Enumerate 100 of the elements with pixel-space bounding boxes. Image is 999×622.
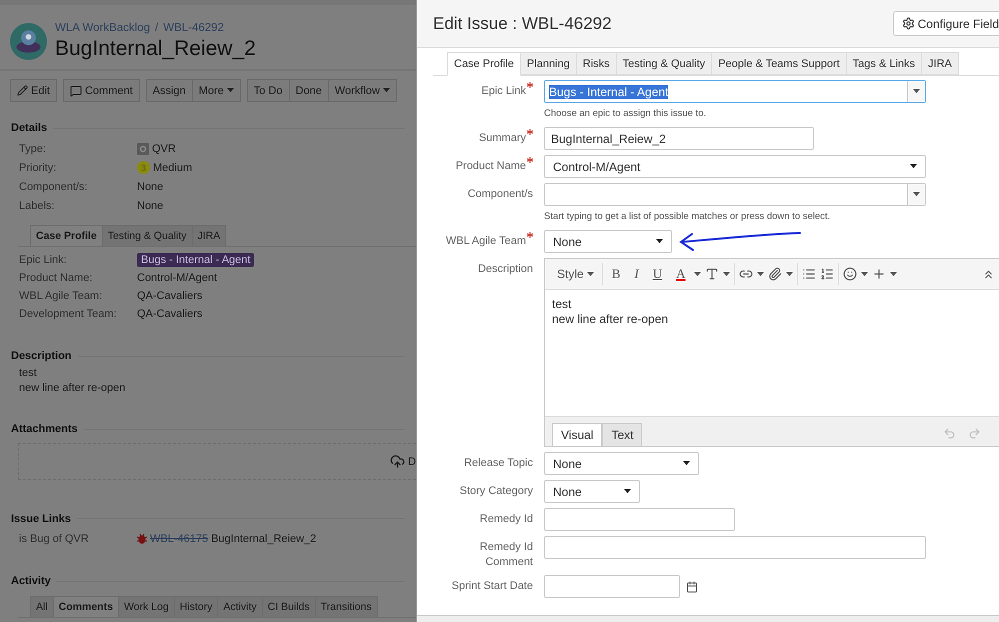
numbered-list-icon[interactable] — [820, 267, 834, 281]
issue-key-link[interactable]: WBL-46175 — [150, 532, 208, 545]
field-value: None — [137, 200, 164, 212]
field-label: Product Name: — [19, 272, 94, 284]
upload-icon — [390, 454, 406, 470]
toolbar-button[interactable]: Workflow — [328, 79, 397, 102]
tab[interactable]: Testing & Quality — [102, 225, 192, 246]
pencil-icon — [17, 85, 28, 96]
field-label: Component/s: — [19, 180, 88, 192]
text-line: test — [552, 297, 572, 312]
tab[interactable]: Tags & Links — [846, 52, 922, 75]
section-heading: Activity — [11, 575, 51, 587]
configure-fields-button[interactable]: Configure Field — [892, 11, 999, 36]
toolbar-button[interactable]: Done — [288, 79, 329, 102]
breadcrumb-link[interactable]: WLA WorkBacklog — [55, 22, 150, 34]
breadcrumb-link[interactable]: WBL-46292 — [163, 22, 224, 34]
tab[interactable]: Risks — [576, 52, 617, 75]
field-label: Epic Link: — [19, 254, 68, 266]
toolbar-button[interactable]: More — [192, 79, 241, 102]
caret-icon — [226, 88, 234, 93]
text-field[interactable]: BugInternal_Reiew_2 — [544, 127, 814, 150]
select-field[interactable]: None — [544, 480, 640, 503]
select-field[interactable]: None — [544, 230, 672, 253]
select-field[interactable]: Control-M/Agent — [544, 155, 926, 178]
description-line: new line after re-open — [18, 381, 126, 396]
tab[interactable]: Activity — [217, 596, 263, 617]
select-field[interactable]: None — [544, 452, 699, 475]
underline-button[interactable]: U — [648, 263, 668, 285]
caret-icon — [786, 272, 794, 276]
tab[interactable]: All — [30, 596, 54, 617]
tab[interactable]: Case Profile — [447, 52, 521, 76]
issue-title: BugInternal_Reiew_2 — [55, 37, 256, 61]
text-field[interactable] — [544, 536, 926, 559]
field-value: None — [137, 180, 164, 192]
rich-text-editor[interactable]: Style B I U A test new line after re-open Visual Text — [544, 258, 999, 447]
field-label: Remedy Id — [480, 512, 533, 527]
toolbar-button[interactable]: To Do — [246, 79, 290, 102]
caret-icon — [913, 89, 920, 94]
tab[interactable]: Planning — [520, 52, 577, 75]
linked-issue-summary: BugInternal_Reiew_2 — [211, 532, 316, 545]
field-hint: Choose an epic to assign this issue to. — [544, 108, 708, 119]
tab[interactable]: Work Log — [118, 596, 175, 617]
field-value: QA-Cavaliers — [137, 290, 202, 302]
date-field[interactable] — [544, 575, 680, 598]
mode-tab[interactable]: Text — [602, 423, 642, 446]
caret-icon — [586, 272, 594, 276]
attachment-dropzone[interactable]: D — [18, 443, 416, 480]
text-field[interactable] — [544, 508, 735, 531]
combo-field[interactable]: Bugs - Internal - Agent — [544, 80, 926, 103]
mode-tab[interactable]: Visual — [552, 423, 602, 446]
dropdown-button[interactable] — [907, 184, 925, 205]
caret-icon — [382, 88, 390, 93]
caret-icon — [910, 164, 917, 169]
field-label: WBL Agile Team — [446, 234, 526, 249]
caret-icon — [683, 461, 690, 466]
section-heading: Issue Links — [11, 512, 71, 525]
tab[interactable]: Case Profile — [30, 225, 103, 246]
bug-icon — [137, 533, 147, 544]
tab[interactable]: JIRA — [192, 225, 226, 246]
bullet-list-icon[interactable] — [802, 267, 816, 281]
field-label: Labels: — [19, 200, 56, 212]
calendar-icon[interactable] — [686, 580, 698, 592]
tab[interactable]: JIRA — [921, 52, 959, 75]
project-avatar-icon — [10, 23, 47, 60]
style-menu[interactable]: Style — [553, 263, 598, 285]
tab[interactable]: CI Builds — [262, 596, 316, 617]
italic-button[interactable]: I — [629, 263, 644, 285]
tab[interactable]: People & Teams Support — [711, 52, 847, 75]
caret-icon — [861, 272, 868, 276]
bold-button[interactable]: B — [606, 263, 626, 285]
field-hint: Start typing to get a list of possible matches or press down to select. — [544, 211, 832, 222]
toolbar-button[interactable]: Edit — [10, 79, 57, 102]
field-label: Summary — [478, 131, 526, 146]
text-size-icon[interactable] — [705, 267, 720, 281]
breadcrumb-separator: / — [155, 22, 158, 34]
field-label: WBL Agile Team: — [19, 290, 104, 302]
text-line: new line after re-open — [552, 312, 670, 327]
toolbar-button[interactable]: Assign — [146, 79, 193, 102]
emoji-icon[interactable] — [843, 267, 858, 281]
caret-icon — [694, 272, 702, 276]
section-heading: Attachments — [11, 423, 78, 436]
attachment-icon[interactable] — [768, 267, 782, 281]
field-label: Sprint Start Date — [452, 579, 533, 594]
tab[interactable]: Transitions — [314, 596, 378, 617]
field-value: QVR — [152, 142, 176, 154]
caret-icon — [890, 272, 898, 276]
toolbar-button[interactable]: Comment — [62, 79, 140, 102]
caret-icon — [757, 272, 764, 276]
text-color-button[interactable]: A — [671, 263, 690, 285]
caret-icon — [913, 192, 920, 197]
selected-text: Bugs - Internal - Agent — [549, 84, 668, 98]
section-heading: Description — [11, 350, 72, 362]
tab[interactable]: Testing & Quality — [616, 52, 712, 75]
field-label: Type: — [19, 142, 47, 154]
dropdown-button[interactable] — [907, 81, 925, 102]
plus-icon[interactable] — [872, 267, 886, 281]
field-label: Product Name — [456, 159, 526, 174]
field-label: Description — [478, 262, 533, 277]
tab[interactable]: History — [174, 596, 218, 617]
caret-icon — [624, 489, 631, 494]
